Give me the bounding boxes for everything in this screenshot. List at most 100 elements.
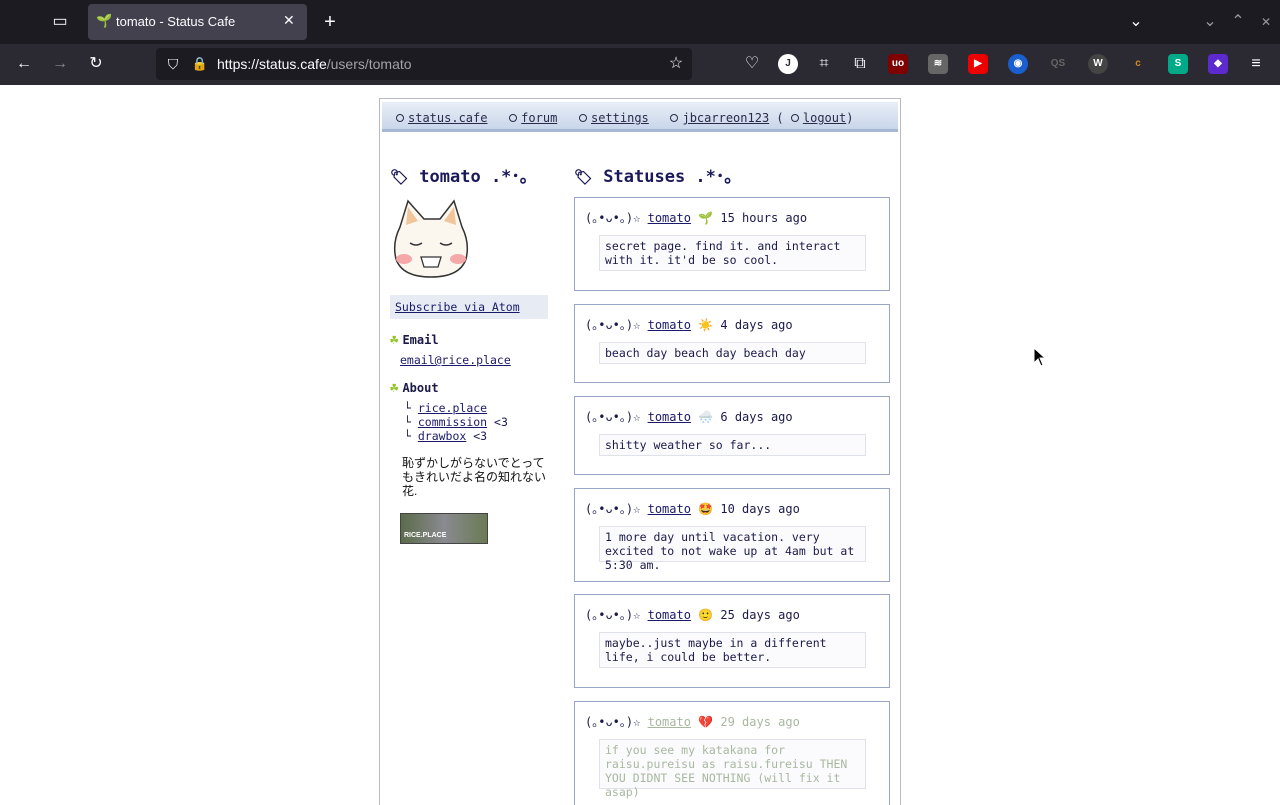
list-tabs-icon[interactable]: ⌄ [1126,12,1146,32]
nav-bullet-icon [578,114,587,122]
screenshot-icon[interactable]: ⌗ [814,54,834,74]
nav-link-logout[interactable]: logout [803,111,846,125]
paren-open: ( [776,111,784,125]
about-link-row: └ drawbox <3 [404,429,488,443]
status-header: (｡•ᴗ•｡)☆ tomato ☀️ 4 days ago [585,318,793,332]
pocket-icon[interactable]: ♡ [742,54,762,74]
status-user-link[interactable]: tomato [648,410,691,424]
bookmark-star-icon[interactable]: ☆ [666,54,686,74]
browser-chrome: ▭ 🌱 tomato - Status Cafe ✕ + ⌄ ⌄ ⌃ ✕ ← →… [0,0,1280,85]
about-link-row: └ rice.place [404,401,488,415]
status-emoji: 🤩 [698,502,714,516]
mouse-cursor-icon [1033,347,1047,367]
status-time: 25 days ago [720,608,800,622]
cat-avatar [393,199,469,278]
tag-icon: 🏷 [390,168,410,186]
nav-link-user[interactable]: jbcarreon123 [682,111,769,125]
extensions-puzzle-icon[interactable]: ⧉ [850,54,870,74]
page-container: status.cafe forum settings jbcarreon123 … [379,98,901,805]
status-time: 10 days ago [720,502,800,516]
cat-extension-icon[interactable]: ≋ [928,54,948,74]
close-window-icon[interactable]: ✕ [1256,12,1276,32]
nav-bullet-icon [396,114,404,122]
nav-bullet-icon [790,114,799,122]
about-link-row: └ commission <3 [404,415,508,429]
subscribe-atom-link[interactable]: Subscribe via Atom [395,300,520,314]
status-card: (｡•ᴗ•｡)☆ tomato ☀️ 4 days ago beach day … [574,304,890,383]
status-emoji: 🙂 [698,608,714,622]
status-header: (｡•ᴗ•｡)☆ tomato 🌱 15 hours ago [585,211,808,225]
maximize-icon[interactable]: ⌃ [1228,12,1248,32]
shield-icon[interactable]: ⛉ [163,54,183,74]
tab-active[interactable]: 🌱 tomato - Status Cafe ✕ [88,4,307,40]
back-icon[interactable]: ← [14,54,34,74]
stylus-icon[interactable]: S [1168,54,1188,74]
j-extension-icon[interactable]: J [778,54,798,74]
status-emoji: ☀️ [698,318,714,332]
status-card: (｡•ᴗ•｡)☆ tomato 🌨️ 6 days ago shitty wea… [574,396,890,475]
url-bar[interactable]: ⛉ 🔒 https://status.cafe/users/tomato ☆ [156,48,692,80]
nav-bullet-icon [670,114,679,122]
status-card: (｡•ᴗ•｡)☆ tomato 🤩 10 days ago 1 more day… [574,488,890,582]
w-extension-icon[interactable]: W [1088,54,1108,74]
status-emoji: 💔 [698,715,714,729]
nav-link-forum[interactable]: forum [521,111,557,125]
ublock-icon[interactable]: uo [888,54,908,74]
tab-bar: ▭ 🌱 tomato - Status Cafe ✕ + ⌄ ⌄ ⌃ ✕ [0,0,1280,44]
commission-link[interactable]: commission [418,415,487,429]
nav-link-settings[interactable]: settings [591,111,649,125]
status-user-link[interactable]: tomato [648,608,691,622]
menu-hamburger-icon[interactable]: ≡ [1246,54,1266,74]
status-user-link[interactable]: tomato [648,502,691,516]
sprout-favicon-icon: 🌱 [96,13,113,28]
nav-link-home[interactable]: status.cafe [408,111,487,125]
clover-icon: ☘ [390,380,399,396]
status-user-link[interactable]: tomato [648,318,691,332]
status-card: (｡•ᴗ•｡)☆ tomato 🙂 25 days ago maybe..jus… [574,594,890,688]
tab-overview-icon[interactable]: ▭ [50,12,70,32]
email-link[interactable]: email@rice.place [400,353,511,367]
email-row: email@rice.place [400,353,511,367]
subscribe-atom-box: Subscribe via Atom [390,295,548,319]
status-time: 4 days ago [720,318,793,332]
nav-bullet-icon [509,114,518,122]
status-text: maybe..just maybe in a different life, i… [599,632,866,668]
clover-icon: ☘ [390,332,399,348]
email-heading: ☘ Email [390,332,439,348]
status-text: secret page. find it. and interact with … [599,235,866,271]
status-user-link[interactable]: tomato [648,715,691,729]
status-text: beach day beach day beach day [599,342,866,364]
shield-extension-icon[interactable]: ◆ [1208,54,1228,74]
profile-heading: 🏷 tomato .*･｡ [390,167,529,187]
youtube-icon[interactable]: ▶ [968,54,988,74]
minimize-icon[interactable]: ⌄ [1200,12,1220,32]
tag-icon: 🏷 [574,168,594,186]
rice-place-link[interactable]: rice.place [418,401,487,415]
statuses-heading: 🏷 Statuses .*･｡ [574,167,733,187]
status-time: 6 days ago [720,410,793,424]
blue-circle-icon[interactable]: ◉ [1008,54,1028,74]
qs-extension-icon[interactable]: QS [1048,54,1068,74]
about-heading: ☘ About [390,380,439,396]
tab-close-icon[interactable]: ✕ [283,12,295,29]
status-time: 15 hours ago [720,211,808,225]
lock-icon[interactable]: 🔒 [190,54,210,74]
status-time: 29 days ago [720,715,800,729]
c-extension-icon[interactable]: c [1128,54,1148,74]
forward-icon[interactable]: → [50,54,70,74]
status-header: (｡•ᴗ•｡)☆ tomato 💔 29 days ago [585,715,800,729]
status-header: (｡•ᴗ•｡)☆ tomato 🌨️ 6 days ago [585,410,793,424]
status-user-link[interactable]: tomato [648,211,691,225]
url-text[interactable]: https://status.cafe/users/tomato [217,56,412,72]
tab-title: tomato - Status Cafe [116,14,236,29]
reload-icon[interactable]: ↻ [86,54,106,74]
status-card: (｡•ᴗ•｡)☆ tomato 💔 29 days ago if you see… [574,701,890,805]
rice-place-banner[interactable]: RICE.PLACE [400,513,488,544]
status-header: (｡•ᴗ•｡)☆ tomato 🙂 25 days ago [585,608,800,622]
profile-bio: 恥ずかしがらないでとってもきれいだよ名の知れない花. [402,456,547,498]
status-card: (｡•ᴗ•｡)☆ tomato 🌱 15 hours ago secret pa… [574,197,890,291]
new-tab-icon[interactable]: + [320,12,340,32]
status-text: 1 more day until vacation. very excited … [599,526,866,572]
drawbox-link[interactable]: drawbox [418,429,466,443]
status-header: (｡•ᴗ•｡)☆ tomato 🤩 10 days ago [585,502,800,516]
